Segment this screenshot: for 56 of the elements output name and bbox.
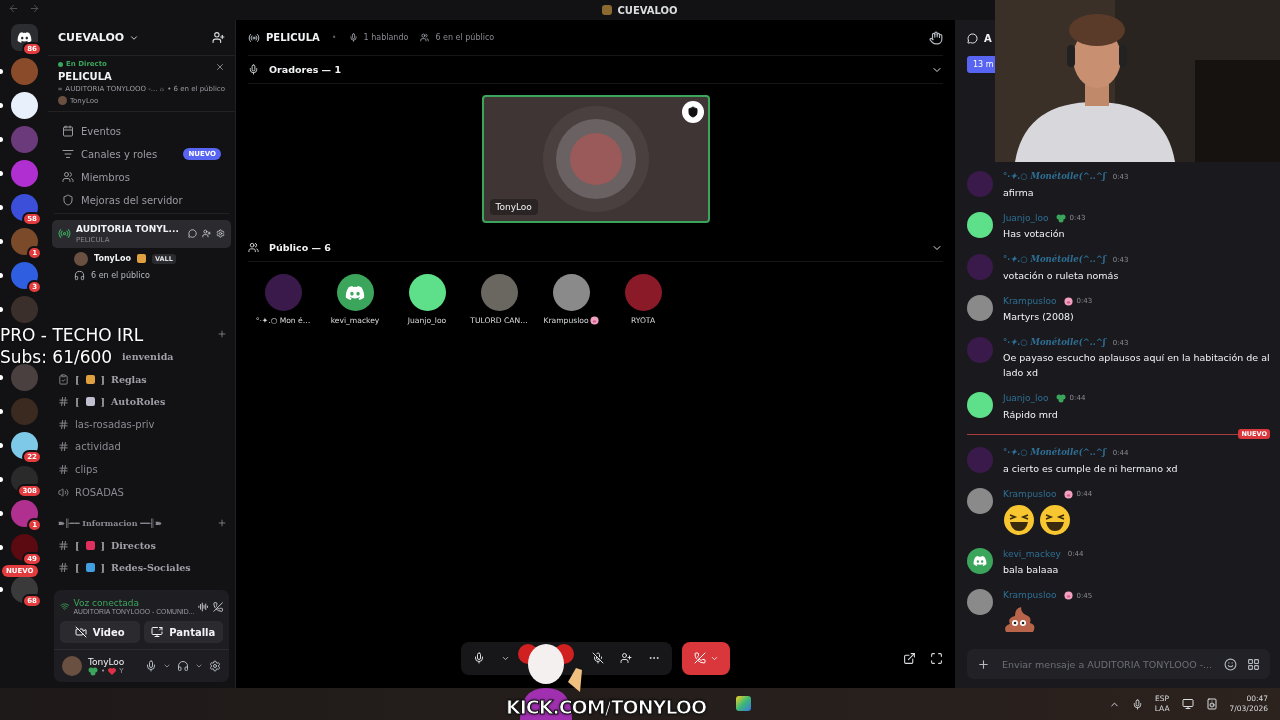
bracket: ]	[100, 396, 105, 408]
menu-item[interactable]: Mejoras del servidor	[62, 191, 221, 209]
audience-count: 6 en el público	[91, 270, 150, 280]
channel-item[interactable]: Reglas	[111, 373, 147, 385]
channel-title: PELICULA	[266, 32, 320, 43]
bracket: ]	[100, 562, 105, 574]
voice-status: Voz conectada	[73, 598, 140, 608]
video-button[interactable]: Video	[60, 621, 140, 643]
channel-item[interactable]: las-rosadas-priv	[75, 418, 155, 430]
speaker-tile[interactable]: TonyLoo	[481, 95, 710, 223]
menu-label: Mejoras del servidor	[81, 194, 183, 206]
audience-count: 6 en el público	[435, 33, 495, 42]
section-heading: Oradores — 1	[269, 64, 341, 75]
message-text: Has votación	[1003, 227, 1066, 242]
bracket: ]	[100, 539, 105, 551]
channel-item[interactable]: ienvenida	[122, 351, 174, 363]
message-text: votación o ruleta nomás	[1003, 268, 1120, 283]
message-text: Oe payaso escucho aplausos aquí en la habitación de al lado xd	[1003, 351, 1270, 380]
chat-title: A	[984, 32, 992, 44]
user-name: TonyLoo	[88, 656, 126, 667]
bracket: [	[75, 562, 80, 574]
channel-item[interactable]: AutoRoles	[111, 396, 166, 408]
message-text: afirma	[1003, 185, 1035, 200]
channel-name: AUDITORIA TONYL...	[76, 224, 180, 236]
message-text: a cierto es cumple de ni hermano xd	[1003, 461, 1178, 476]
message-text: Rápido mrd	[1003, 407, 1059, 422]
bracket: [	[75, 396, 80, 408]
user-name: TonyLoo	[94, 254, 131, 264]
channel-item[interactable]: Redes-Sociales	[111, 562, 191, 574]
event-title: PELICULA	[58, 71, 113, 82]
message-bar[interactable]: Enviar mensaje a AUDITORIA TONYLOOO -...	[967, 649, 1270, 679]
bracket: [	[75, 373, 80, 385]
speaker-count: 1 hablando	[363, 33, 409, 42]
menu-label: Eventos	[81, 125, 121, 137]
category-name[interactable]: ➽╟━━ Informacion ━━╢➽	[58, 517, 162, 528]
menu-item[interactable]: Miembros	[62, 168, 221, 186]
channel-item[interactable]: clips	[75, 464, 98, 476]
bracket: [	[75, 539, 80, 551]
message-text: Martyrs (2008)	[1003, 310, 1075, 325]
channel-item[interactable]: Directos	[111, 539, 156, 551]
channel-item[interactable]: actividad	[75, 441, 121, 453]
channel-item[interactable]: ROSADAS	[75, 486, 124, 498]
server-name[interactable]: CUEVALOO	[58, 31, 125, 44]
section-heading: Público — 6	[269, 242, 331, 253]
menu-item[interactable]: Eventos	[62, 122, 221, 140]
stream-overlay: PRO - TECHO IRL	[0, 324, 144, 346]
speaker-name: TonyLoo	[489, 199, 538, 215]
stream-overlay: Subs: 61/600	[0, 346, 113, 368]
message-field[interactable]: Enviar mensaje a AUDITORIA TONYLOOO -...	[1000, 657, 1214, 671]
message-text: bala balaaa	[1003, 563, 1060, 578]
menu-label: Canales y roles	[81, 148, 158, 160]
bracket: ]	[100, 373, 105, 385]
screen-share-button[interactable]: Pantalla	[143, 621, 223, 643]
separator: •	[331, 33, 337, 42]
window-title: CUEVALOO	[617, 4, 678, 16]
menu-label: Miembros	[81, 171, 130, 183]
